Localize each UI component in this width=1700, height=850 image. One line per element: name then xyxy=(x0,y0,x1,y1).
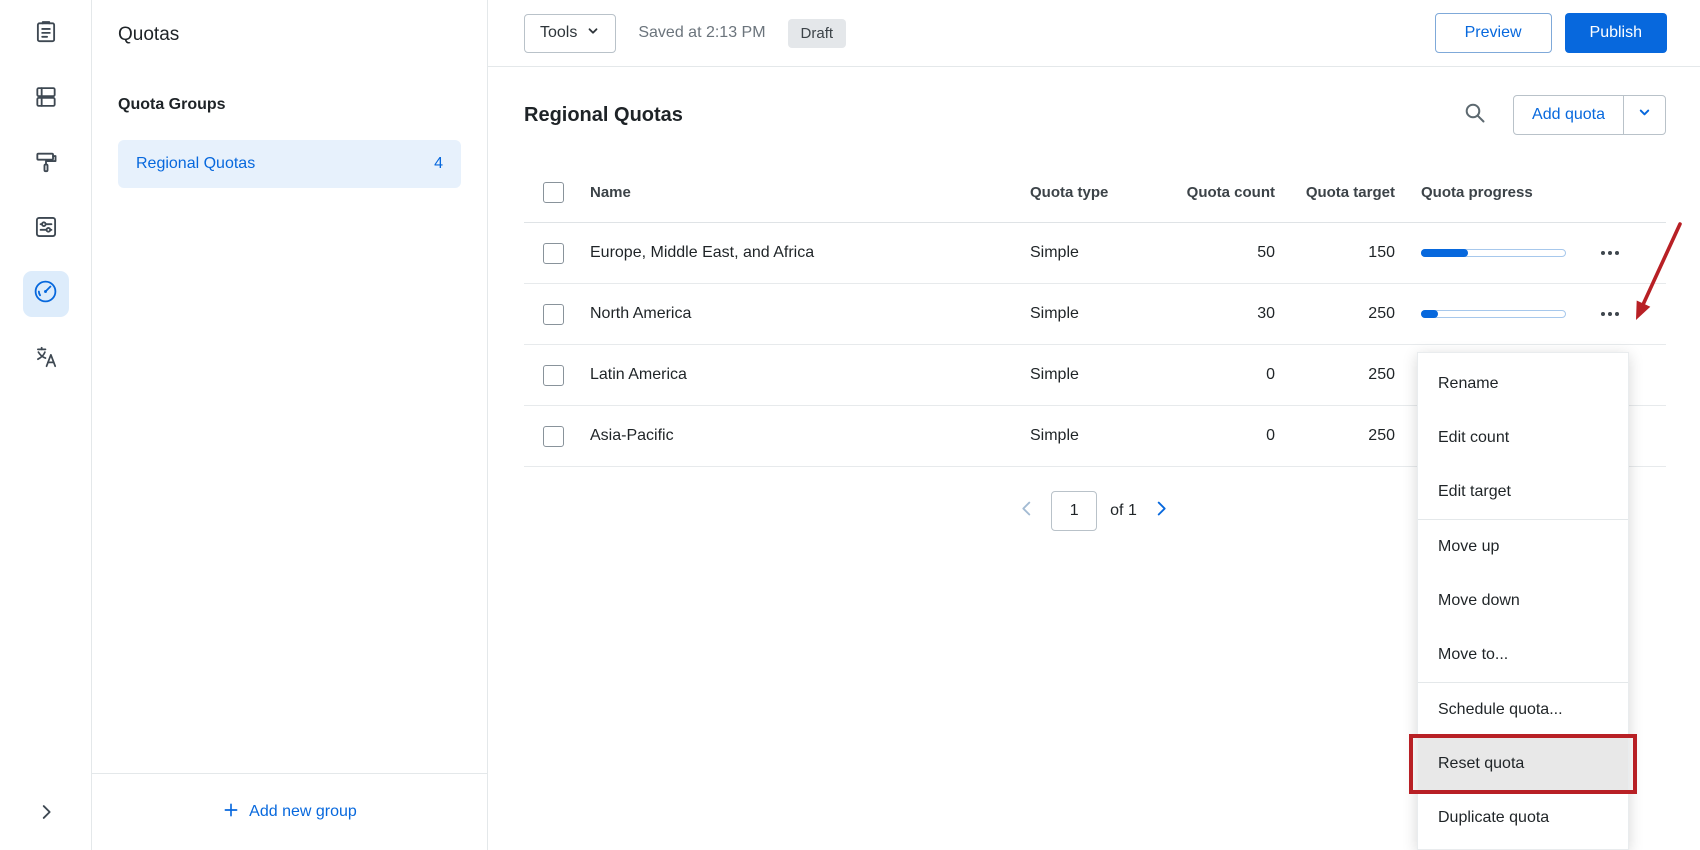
menu-item-move-up[interactable]: Move up xyxy=(1418,520,1628,574)
search-button[interactable] xyxy=(1463,101,1487,130)
search-icon xyxy=(1463,101,1487,130)
menu-item-move-down[interactable]: Move down xyxy=(1418,574,1628,628)
rail-item-look-and-feel[interactable] xyxy=(23,141,69,187)
page-title: Regional Quotas xyxy=(524,103,683,126)
quota-name: Latin America xyxy=(590,366,687,383)
chevron-down-icon xyxy=(1637,105,1652,125)
menu-item-move-to[interactable]: Move to... xyxy=(1418,628,1628,682)
quota-type: Simple xyxy=(1030,305,1079,322)
quota-type: Simple xyxy=(1030,244,1079,261)
previous-page-button[interactable] xyxy=(1016,498,1038,525)
plus-icon xyxy=(222,801,240,824)
quota-count: 0 xyxy=(1266,366,1275,383)
topbar: Tools Saved at 2:13 PM Draft Preview Pub… xyxy=(488,0,1700,67)
quota-count: 30 xyxy=(1257,305,1275,322)
publish-button[interactable]: Publish xyxy=(1564,13,1667,53)
rail-item-quotas[interactable] xyxy=(22,271,69,317)
column-header-quota-target: Quota target xyxy=(1305,184,1395,201)
quota-type: Simple xyxy=(1030,427,1079,444)
sliders-icon xyxy=(33,214,59,245)
row-checkbox[interactable] xyxy=(543,303,564,325)
table-header-row: Name Quota type Quota count Quota target… xyxy=(524,163,1666,223)
chevron-right-icon xyxy=(1150,498,1172,525)
chevron-left-icon xyxy=(1016,498,1038,525)
quota-count: 50 xyxy=(1257,244,1275,261)
quota-target: 250 xyxy=(1368,305,1395,322)
menu-item-edit-count[interactable]: Edit count xyxy=(1418,411,1628,465)
menu-item-duplicate-quota[interactable]: Duplicate quota xyxy=(1418,791,1628,845)
table-row: Europe, Middle East, and Africa Simple 5… xyxy=(524,223,1666,284)
rail-item-survey-options[interactable] xyxy=(23,206,69,252)
group-item-count: 4 xyxy=(434,155,443,172)
quota-groups-heading: Quota Groups xyxy=(118,96,226,113)
column-header-quota-count: Quota count xyxy=(1186,184,1275,201)
add-quota-dropdown-button[interactable] xyxy=(1623,96,1665,134)
quota-target: 250 xyxy=(1368,366,1395,383)
row-context-menu: Rename Edit count Edit target Move up Mo… xyxy=(1409,352,1637,850)
add-quota-split-button: Add quota xyxy=(1513,95,1666,135)
paint-roller-icon xyxy=(33,149,59,180)
menu-item-rename[interactable]: Rename xyxy=(1418,357,1628,411)
menu-item-edit-target[interactable]: Edit target xyxy=(1418,465,1628,519)
current-page-input[interactable]: 1 xyxy=(1051,491,1098,531)
expand-rail-button[interactable] xyxy=(26,794,66,834)
menu-item-schedule-quota[interactable]: Schedule quota... xyxy=(1418,683,1628,737)
chevron-right-icon xyxy=(35,801,57,828)
menu-item-reset-quota[interactable]: Reset quota xyxy=(1418,737,1628,791)
row-actions-menu-button[interactable] xyxy=(1592,296,1628,332)
rail-item-survey-builder[interactable] xyxy=(23,11,69,57)
rail-item-translations[interactable] xyxy=(23,336,69,382)
quota-progress-bar xyxy=(1395,310,1590,318)
panel-title: Quotas xyxy=(118,24,180,45)
tools-button-label: Tools xyxy=(540,24,578,41)
gauge-icon xyxy=(32,278,59,310)
column-header-quota-type: Quota type xyxy=(1030,184,1109,201)
column-header-name: Name xyxy=(590,184,631,201)
next-page-button[interactable] xyxy=(1150,498,1172,525)
quota-type: Simple xyxy=(1030,366,1079,383)
preview-button[interactable]: Preview xyxy=(1434,13,1552,53)
quota-progress-bar xyxy=(1395,249,1590,257)
group-item-regional-quotas[interactable]: Regional Quotas 4 xyxy=(118,140,461,188)
quota-target: 150 xyxy=(1368,244,1395,261)
row-actions-menu-button[interactable] xyxy=(1592,235,1628,271)
blocks-icon xyxy=(33,84,59,115)
group-item-label: Regional Quotas xyxy=(136,155,256,172)
chevron-down-icon xyxy=(586,24,600,43)
add-new-group-label: Add new group xyxy=(249,803,357,820)
column-header-quota-progress: Quota progress xyxy=(1421,184,1533,201)
rail-item-blocks[interactable] xyxy=(23,76,69,122)
quota-target: 250 xyxy=(1368,427,1395,444)
app-root: Quotas Quota Groups Regional Quotas 4 Ad… xyxy=(0,0,1700,850)
row-checkbox[interactable] xyxy=(543,364,564,386)
add-quota-button[interactable]: Add quota xyxy=(1514,96,1623,134)
quota-groups-panel: Quotas Quota Groups Regional Quotas 4 Ad… xyxy=(92,0,488,850)
quota-count: 0 xyxy=(1266,427,1275,444)
quota-name: Europe, Middle East, and Africa xyxy=(590,244,815,261)
survey-builder-icon xyxy=(33,19,59,50)
select-all-checkbox[interactable] xyxy=(543,182,564,203)
translate-icon xyxy=(33,344,59,375)
tools-button[interactable]: Tools xyxy=(524,13,617,53)
draft-status-badge: Draft xyxy=(787,18,847,48)
row-checkbox[interactable] xyxy=(543,242,564,264)
module-rail xyxy=(0,0,92,850)
row-checkbox[interactable] xyxy=(543,425,564,447)
page-count-label: of 1 xyxy=(1110,502,1137,519)
quota-name: North America xyxy=(590,305,692,322)
save-status-text: Saved at 2:13 PM xyxy=(638,24,766,41)
table-row: North America Simple 30 250 xyxy=(524,284,1666,345)
section-header: Regional Quotas Add quota xyxy=(488,67,1700,135)
quota-name: Asia-Pacific xyxy=(590,427,674,444)
add-new-group-button[interactable]: Add new group xyxy=(92,773,487,850)
